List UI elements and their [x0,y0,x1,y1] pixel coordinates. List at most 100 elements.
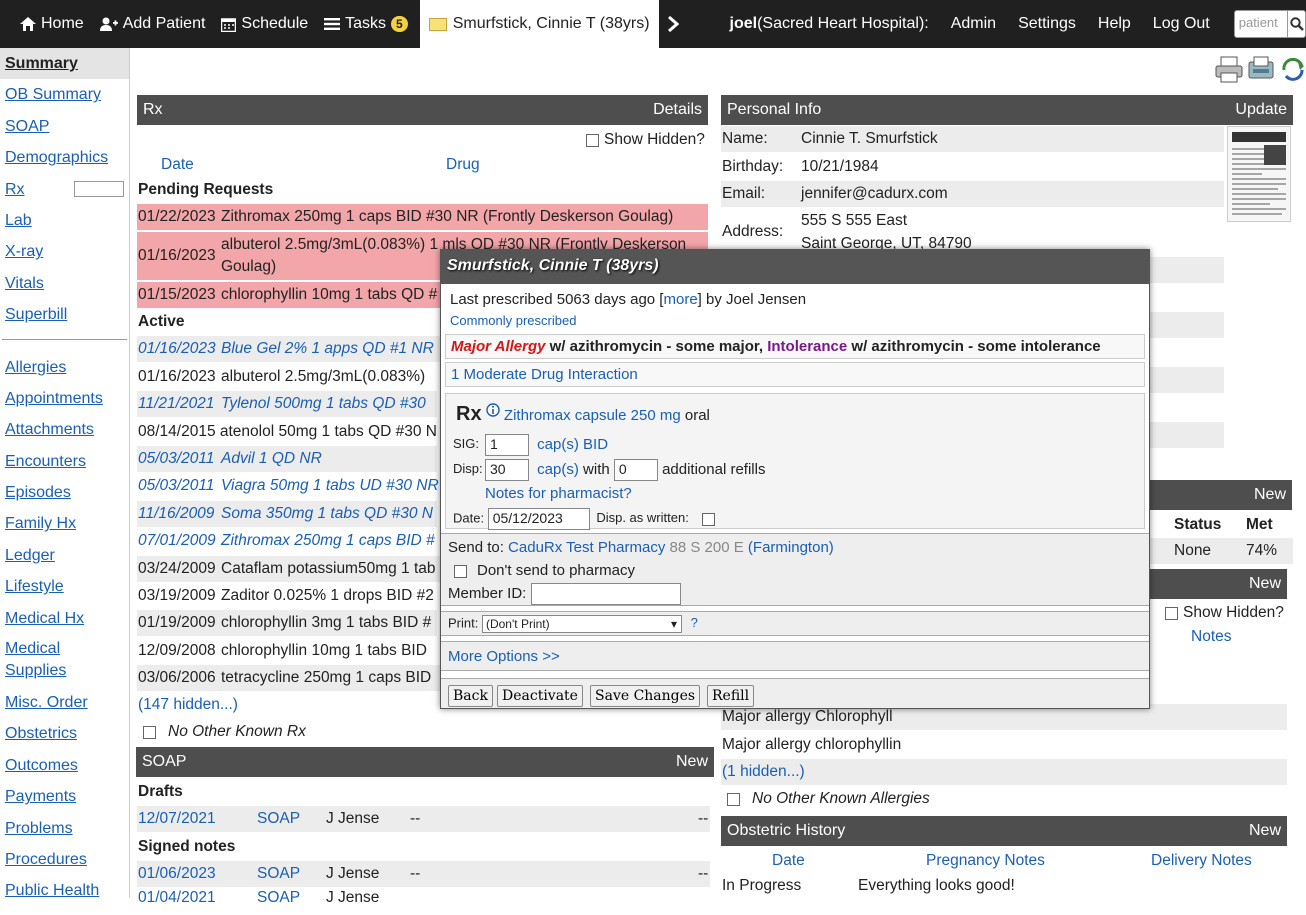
drug-form-link[interactable]: capsule [575,407,627,424]
pharmacy-link[interactable]: CaduRx Test Pharmacy [508,539,665,556]
table-row[interactable]: 01/22/2023 Zithromax 250mg 1 caps BID #3… [137,204,708,230]
soap-new-link[interactable]: New [676,753,708,771]
sidebar-item-outcomes[interactable]: Outcomes [0,750,129,781]
rx-details-link[interactable]: Details [653,101,702,119]
soap-type-link[interactable]: SOAP [257,889,326,907]
sig-qty-input[interactable]: 1 [485,434,529,456]
sidebar-item-family-hx[interactable]: Family Hx [0,508,129,539]
goals-new-link[interactable]: New [1254,486,1286,504]
allergies-new-link[interactable]: New [1249,575,1281,593]
sidebar-item-public-health[interactable]: Public Health [0,875,129,906]
allergies-hidden-link[interactable]: (1 hidden...) [721,763,805,781]
print-help-link[interactable]: ? [691,615,698,630]
table-row[interactable]: 03/06/2006 tetracycline 250mg 1 caps BID [137,665,441,691]
sidebar-item-xray[interactable]: X-ray [0,236,129,267]
obstetric-col-date-link[interactable]: Date [772,852,805,870]
allergies-hidden-row[interactable]: (1 hidden...) [721,759,1287,785]
patient-tab[interactable]: Smurfstick, Cinnie T (38yrs) [419,0,659,48]
sidebar-item-procedures[interactable]: Procedures [0,844,129,875]
refresh-icon[interactable] [1278,54,1306,84]
obstetric-new-link[interactable]: New [1249,822,1281,840]
rx-col-date[interactable]: Date [161,155,194,175]
info-icon[interactable] [486,403,500,417]
table-row[interactable]: 12/09/2008 chlorophyllin 10mg 1 tabs BID [137,638,441,664]
obstetric-col-deliv-link[interactable]: Delivery Notes [1151,852,1252,870]
sidebar-item-problems[interactable]: Problems [0,813,129,844]
table-row[interactable]: 11/21/2021 Tylenol 500mg 1 tabs QD #30 [137,391,437,417]
rx-quick-input[interactable] [74,180,124,197]
drug-interaction-row[interactable]: 1 Moderate Drug Interaction [445,362,1145,387]
rx-no-other[interactable]: No Other Known Rx [143,722,306,742]
nav-help[interactable]: Help [1090,0,1139,48]
nav-add-patient[interactable]: Add Patient [92,0,214,48]
rx-no-other-checkbox[interactable] [143,725,156,739]
table-row[interactable]: 05/03/2011 Viagra 50mg 1 tabs UD #30 NR [137,473,443,499]
search-button[interactable] [1288,10,1306,38]
nav-home[interactable]: Home [12,0,92,48]
sidebar-item-lifestyle[interactable]: Lifestyle [0,571,129,602]
drug-strength-link[interactable]: 250 mg [631,407,681,424]
rx-hidden-count[interactable]: (147 hidden...) [138,695,238,715]
drug-name-link[interactable]: Zithromax [504,407,571,424]
allergies-no-other-checkbox[interactable] [727,792,740,806]
nav-next[interactable] [659,0,692,48]
sidebar-item-demographics[interactable]: Demographics [0,142,129,173]
table-row[interactable]: In Progress Everything looks good! [722,876,1015,896]
patient-search-input[interactable]: patient [1233,10,1289,38]
daw-checkbox[interactable] [702,512,716,526]
nav-settings[interactable]: Settings [1010,0,1084,48]
refills-input[interactable]: 0 [613,459,658,481]
sidebar-item-misc-order[interactable]: Misc. Order [0,687,129,718]
pharmacist-notes-link[interactable]: Notes for pharmacist? [485,485,632,502]
disp-qty-input[interactable]: 30 [485,459,529,481]
fax-icon[interactable] [1246,54,1276,84]
soap-date-link[interactable]: 01/06/2023 [137,865,257,883]
nav-admin[interactable]: Admin [943,0,1004,48]
member-id-input[interactable] [530,583,681,605]
table-row[interactable]: 01/04/2021 SOAP J Jense [137,889,710,915]
soap-type-link[interactable]: SOAP [257,810,326,828]
pharmacy-city-link[interactable]: (Farmington) [748,539,834,556]
allergies-notes-link[interactable]: Notes [1191,628,1232,646]
sidebar-item-superbill[interactable]: Superbill [0,299,129,330]
soap-type-link[interactable]: SOAP [257,865,326,883]
table-row[interactable]: 11/16/2009 Soma 350mg 1 tabs QD #30 N [137,501,437,527]
soap-date-link[interactable]: 01/04/2021 [137,889,257,907]
obstetric-col-preg-link[interactable]: Pregnancy Notes [926,852,1045,870]
patient-document-thumbnail[interactable] [1227,126,1291,222]
sidebar-item-allergies[interactable]: Allergies [0,352,129,383]
sidebar-item-medical-supplies[interactable]: Medical Supplies [0,634,80,687]
rx-col-drug-link[interactable]: Drug [446,156,480,174]
sidebar-item-obstetrics[interactable]: Obstetrics [0,718,129,749]
rx-show-hidden-checkbox[interactable] [586,133,599,147]
sidebar-item-appointments[interactable]: Appointments [0,383,129,414]
soap-date-link[interactable]: 12/07/2021 [137,810,257,828]
sidebar-item-lab[interactable]: Lab [0,205,129,236]
sidebar-item-episodes[interactable]: Episodes [0,477,129,508]
sidebar-item-summary[interactable]: Summary [0,48,129,80]
table-row[interactable]: 01/06/2023 SOAP J Jense -- -- [137,861,710,887]
dialog-title[interactable]: Smurfstick, Cinnie T (38yrs) [441,250,1149,284]
table-row[interactable]: 03/19/2009 Zaditor 0.025% 1 drops BID #2 [137,583,437,609]
allergies-no-other[interactable]: No Other Known Allergies [727,789,930,809]
table-row[interactable]: 01/16/2023 Blue Gel 2% 1 apps QD #1 NR [137,336,441,362]
sidebar-item-encounters[interactable]: Encounters [0,446,129,477]
rx-show-hidden[interactable]: Show Hidden? [586,130,705,150]
table-row[interactable]: 12/07/2021 SOAP J Jense -- -- [137,806,710,832]
allergies-show-hidden[interactable]: Show Hidden? [1165,603,1284,623]
sidebar-item-payments[interactable]: Payments [0,781,129,812]
table-row[interactable]: Major allergy chlorophyllin [721,732,1287,758]
back-button[interactable]: Back [448,685,493,707]
obstetric-col-preg[interactable]: Pregnancy Notes [926,851,1045,871]
sig-unit-link[interactable]: cap(s) [537,436,579,453]
rx-hidden-link[interactable]: (147 hidden...) [138,696,238,714]
table-row[interactable]: 01/15/2023 chlorophyllin 10mg 1 tabs QD … [137,282,441,308]
dont-send-line[interactable]: Don't send to pharmacy [454,562,635,579]
personal-title-link[interactable]: Personal Info [727,101,821,119]
nav-tasks[interactable]: Tasks 5 [316,0,416,48]
nav-logout[interactable]: Log Out [1145,0,1218,48]
sidebar-item-ob-summary[interactable]: OB Summary [0,79,129,110]
table-row[interactable]: 03/24/2009 Cataflam potassium50mg 1 tab [137,556,441,582]
deactivate-button[interactable]: Deactivate [497,685,583,707]
print-select[interactable]: (Don't Print) ▾ [481,615,682,633]
